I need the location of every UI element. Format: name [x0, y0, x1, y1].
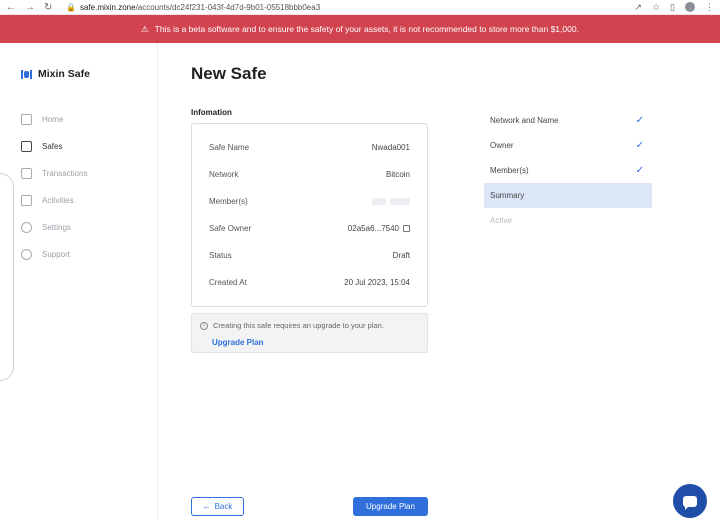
sidebar-item-label: Transactions	[42, 169, 88, 178]
step-members[interactable]: Member(s) ✓	[484, 158, 652, 183]
info-row-safe-owner: Safe Owner 02a5a6...7540	[209, 215, 410, 242]
sidebar: Mixin Safe Home Safes Transactions Activ…	[0, 43, 158, 519]
sidebar-item-safes[interactable]: Safes	[21, 133, 88, 160]
reload-icon[interactable]: ↻	[44, 2, 52, 13]
side-edge-overlay	[0, 173, 14, 381]
sidebar-item-support[interactable]: Support	[21, 241, 88, 268]
sidebar-item-label: Activities	[42, 196, 74, 205]
main-content: New Safe Infomation Safe Name Nwada001 N…	[191, 43, 431, 519]
checkmark-icon: ✓	[635, 140, 644, 151]
info-row-members: Member(s)	[209, 188, 410, 215]
info-icon: i	[200, 321, 208, 330]
step-label: Owner	[490, 141, 514, 150]
upgrade-plan-button[interactable]: Upgrade Plan	[353, 497, 428, 516]
home-icon	[21, 114, 32, 125]
url-host: safe.mixin.zone	[79, 2, 136, 12]
sidebar-item-label: Home	[42, 115, 64, 124]
chat-support-button[interactable]	[673, 484, 707, 518]
info-label: Member(s)	[209, 197, 248, 206]
step-owner[interactable]: Owner ✓	[484, 133, 652, 158]
info-row-network: Network Bitcoin	[209, 161, 410, 188]
info-label: Created At	[209, 278, 247, 287]
sidebar-item-transactions[interactable]: Transactions	[21, 160, 88, 187]
upgrade-plan-link[interactable]: Upgrade Plan	[212, 338, 419, 347]
info-row-status: Status Draft	[209, 242, 410, 269]
lock-icon: 🔒	[66, 2, 76, 12]
sidebar-item-label: Safes	[42, 142, 63, 151]
info-value: Nwada001	[371, 143, 410, 152]
mixin-logo-icon	[21, 69, 32, 79]
profile-avatar[interactable]	[685, 1, 695, 12]
sidebar-menu: Home Safes Transactions Activities Setti…	[21, 106, 88, 268]
section-label: Infomation	[191, 108, 232, 117]
banner-text: This is a beta software and to ensure th…	[154, 24, 579, 34]
activities-icon	[21, 195, 32, 206]
address-bar[interactable]: 🔒 safe.mixin.zone/accounts/dc24f231-043f…	[66, 3, 634, 12]
checkmark-icon: ✓	[635, 165, 644, 176]
star-icon[interactable]: ☆	[652, 2, 660, 13]
support-icon	[21, 249, 32, 260]
step-network-and-name[interactable]: Network and Name ✓	[484, 108, 652, 133]
step-label: Summary	[490, 191, 525, 200]
step-label: Network and Name	[490, 116, 559, 125]
more-icon[interactable]: ⋮	[705, 2, 714, 13]
sidepanel-icon[interactable]: ▯	[670, 2, 675, 13]
member-avatars	[372, 198, 410, 205]
step-active: Active	[484, 208, 652, 233]
chat-bubble-icon	[683, 495, 697, 510]
back-arrow-icon[interactable]: ←	[6, 2, 16, 13]
sidebar-item-activities[interactable]: Activities	[21, 187, 88, 214]
notice-text: Creating this safe requires an upgrade t…	[213, 321, 384, 330]
copy-icon[interactable]	[403, 225, 410, 232]
sidebar-item-home[interactable]: Home	[21, 106, 88, 133]
info-value: Bitcoin	[385, 170, 410, 179]
checkmark-icon: ✓	[635, 115, 644, 126]
status-value: Draft	[392, 251, 410, 260]
info-card: Safe Name Nwada001 Network Bitcoin Membe…	[191, 123, 428, 307]
logo[interactable]: Mixin Safe	[21, 68, 90, 80]
member-chip	[390, 198, 410, 205]
info-label: Safe Name	[209, 143, 250, 152]
transactions-icon	[21, 168, 32, 179]
share-icon[interactable]: ↗	[634, 2, 642, 13]
warning-icon: ⚠	[141, 23, 149, 34]
step-summary[interactable]: Summary	[484, 183, 652, 208]
browser-nav: ← → ↻	[6, 2, 66, 13]
info-value: 20 Jul 2023, 15:04	[344, 278, 410, 287]
info-label: Network	[209, 170, 239, 179]
info-label: Status	[209, 251, 232, 260]
sidebar-item-label: Settings	[42, 223, 71, 232]
info-row-safe-name: Safe Name Nwada001	[209, 134, 410, 161]
info-row-created-at: Created At 20 Jul 2023, 15:04	[209, 269, 410, 296]
settings-icon	[21, 222, 32, 233]
beta-warning-banner: ⚠ This is a beta software and to ensure …	[0, 15, 720, 43]
page-title: New Safe	[191, 64, 267, 83]
stepper: Network and Name ✓ Owner ✓ Member(s) ✓ S…	[484, 108, 652, 233]
forward-arrow-icon[interactable]: →	[25, 2, 35, 13]
sidebar-item-label: Support	[42, 250, 71, 259]
upgrade-notice: i Creating this safe requires an upgrade…	[191, 313, 428, 353]
browser-toolbar: ← → ↻ 🔒 safe.mixin.zone/accounts/dc24f23…	[0, 0, 720, 15]
step-label: Active	[490, 216, 512, 225]
step-label: Member(s)	[490, 166, 529, 175]
back-label: Back	[214, 502, 233, 511]
safe-icon	[21, 141, 32, 152]
logo-text: Mixin Safe	[38, 68, 90, 80]
arrow-left-icon: ←	[202, 502, 211, 511]
sidebar-item-settings[interactable]: Settings	[21, 214, 88, 241]
info-label: Safe Owner	[209, 224, 252, 233]
owner-value-wrap: 02a5a6...7540	[348, 224, 410, 233]
back-button[interactable]: ← Back	[191, 497, 244, 516]
browser-actions: ↗ ☆ ▯ ⋮	[634, 1, 714, 13]
member-chip	[372, 198, 386, 205]
url-path: /accounts/dc24f231-043f-4d7d-9b01-05518b…	[135, 2, 321, 12]
info-value: 02a5a6...7540	[347, 224, 399, 233]
